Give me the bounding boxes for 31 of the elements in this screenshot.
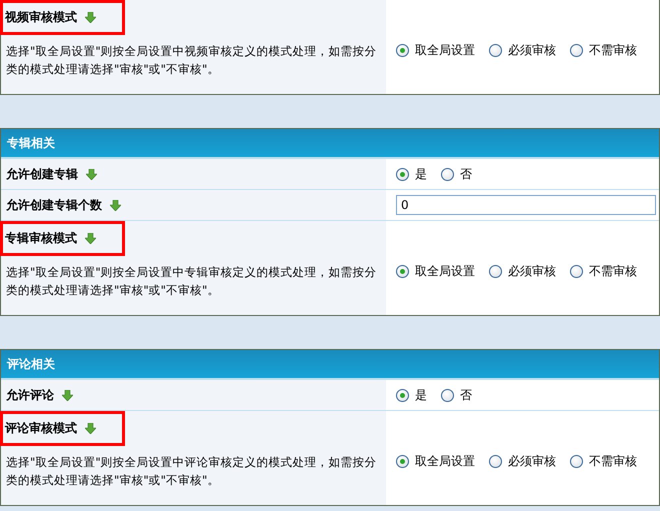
radio-option[interactable]: 不需审核 [570, 453, 637, 470]
setting-title: 评论审核模式 [5, 420, 77, 437]
radio-option[interactable]: 必须审核 [489, 453, 556, 470]
down-arrow-icon [110, 200, 121, 210]
radio-option[interactable]: 否 [441, 166, 472, 182]
down-arrow-icon [62, 390, 73, 400]
setting-description: 选择"取全局设置"则按全局设置中视频审核定义的模式处理，如需按分类的模式处理请选择"审核"或"不审核"。 [6, 43, 378, 78]
down-arrow-icon [86, 168, 97, 180]
setting-title: 专辑审核模式 [5, 230, 77, 247]
setting-title: 允许创建专辑个数 [6, 196, 102, 214]
section-header: 专辑相关 [1, 129, 659, 159]
setting-description: 选择"取全局设置"则按全局设置中专辑审核定义的模式处理，如需按分类的模式处理请选择"审核"或"不审核"。 [6, 264, 378, 299]
setting-description: 选择"取全局设置"则按全局设置中评论审核定义的模式处理，如需按分类的模式处理请选择"审核"或"不审核"。 [6, 454, 378, 489]
radio-option[interactable]: 不需审核 [570, 42, 637, 59]
radio-option[interactable]: 否 [441, 386, 472, 404]
radio-option[interactable]: 取全局设置 [396, 42, 475, 59]
down-arrow-icon [85, 233, 96, 244]
input-field[interactable]: 0 [396, 195, 656, 215]
radio-option[interactable]: 是 [396, 166, 427, 182]
radio-option[interactable]: 必须审核 [489, 263, 556, 280]
setting-title: 允许评论 [6, 386, 54, 404]
setting-title: 允许创建专辑 [6, 166, 78, 182]
radio-option[interactable]: 取全局设置 [396, 263, 475, 280]
radio-option[interactable]: 是 [396, 386, 427, 404]
radio-option[interactable]: 不需审核 [570, 263, 637, 280]
down-arrow-icon [85, 423, 96, 434]
section-header: 评论相关 [1, 350, 659, 380]
down-arrow-icon [85, 12, 96, 23]
radio-option[interactable]: 取全局设置 [396, 453, 475, 470]
setting-title: 视频审核模式 [5, 9, 77, 26]
radio-option[interactable]: 必须审核 [489, 42, 556, 59]
